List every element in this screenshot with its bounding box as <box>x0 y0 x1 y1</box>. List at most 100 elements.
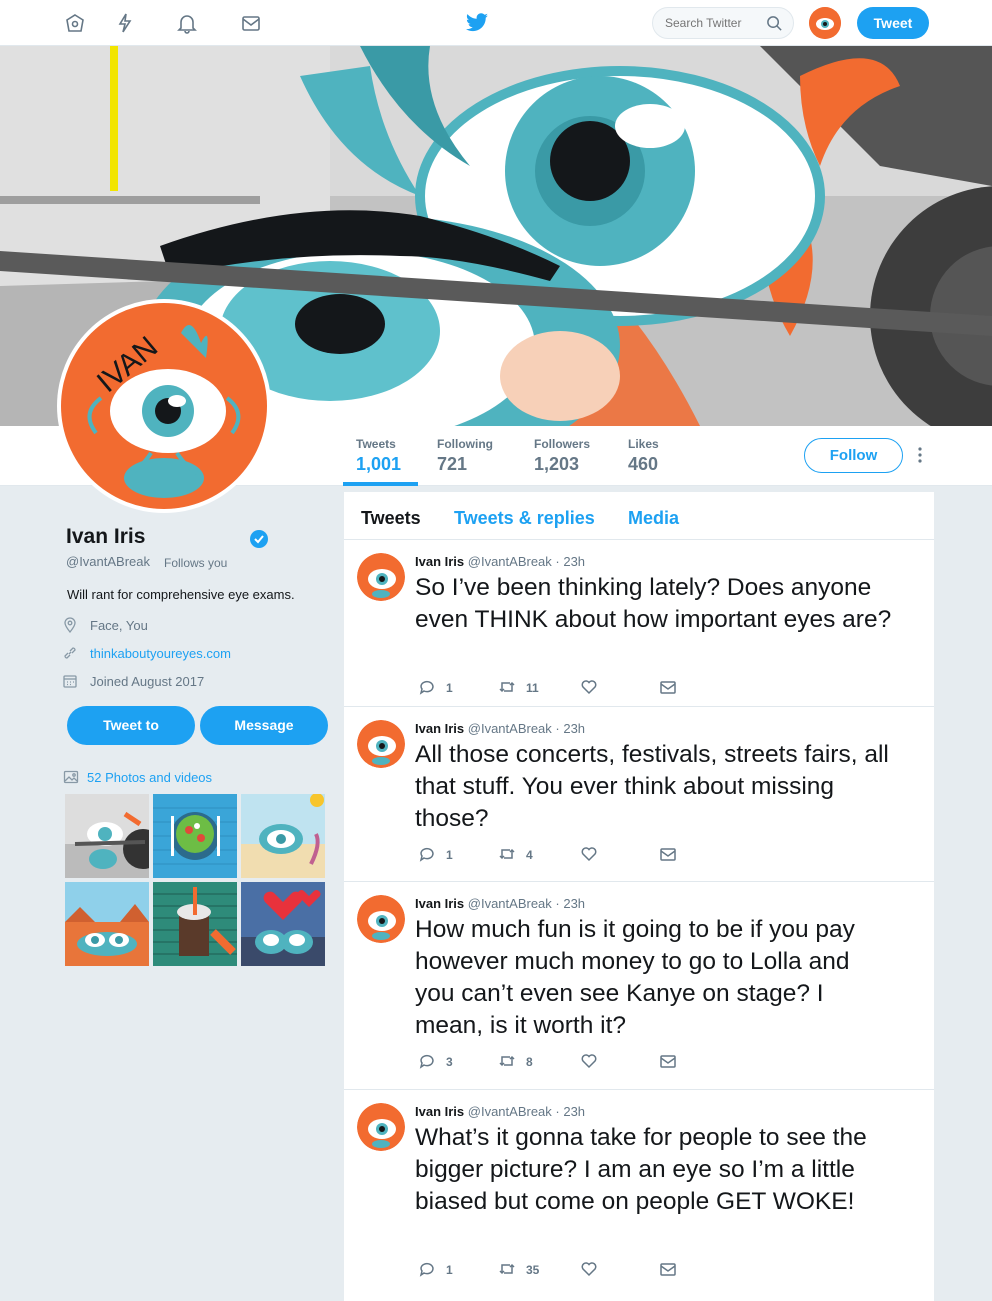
tweet-text: How much fun is it going to be if you pa… <box>415 916 855 1039</box>
tab-media[interactable]: Media <box>628 508 679 529</box>
tweet-header: Ivan Iris @IvantABreak · 23h <box>415 1104 585 1119</box>
tweet-actions: 1 35 <box>418 1260 718 1280</box>
reply-count: 1 <box>446 681 453 695</box>
media-thumbnail[interactable] <box>65 794 149 878</box>
envelope-icon <box>660 848 676 861</box>
envelope-icon <box>660 681 676 694</box>
reply-icon <box>419 847 434 862</box>
stat-value: 1,203 <box>534 454 580 474</box>
media-thumbnail[interactable] <box>65 882 149 966</box>
tweet-item[interactable]: Ivan Iris @IvantABreak · 23h How much fu… <box>344 882 934 1090</box>
tweet-avatar[interactable] <box>357 895 405 943</box>
tweet-author-handle[interactable]: @IvantABreak <box>468 1104 552 1119</box>
website-link[interactable]: thinkaboutyoureyes.com <box>90 646 231 661</box>
reply-icon <box>419 1054 434 1069</box>
stat-label: Followers <box>534 437 591 451</box>
stat-following[interactable]: Following 721 <box>437 437 493 475</box>
location-text: Face, You <box>90 618 148 633</box>
retweet-icon <box>499 681 515 693</box>
home-icon[interactable] <box>64 12 86 34</box>
top-navigation-bar: Tweet <box>0 0 992 46</box>
heart-icon <box>581 1262 597 1277</box>
tweet-text: So I’ve been thinking lately? Does anyon… <box>415 574 892 633</box>
tweet-header: Ivan Iris @IvantABreak · 23h <box>415 896 585 911</box>
stat-value: 721 <box>437 454 468 474</box>
tab-tweets-and-replies[interactable]: Tweets & replies <box>454 508 595 529</box>
tweet-author-handle[interactable]: @IvantABreak <box>468 554 552 569</box>
tweet-author-handle[interactable]: @IvantABreak <box>468 896 552 911</box>
tweet-timestamp[interactable]: · 23h <box>555 721 585 736</box>
link-icon <box>64 647 76 659</box>
tweet-timestamp[interactable]: · 23h <box>555 554 585 569</box>
media-thumbnail[interactable] <box>153 882 237 966</box>
stat-label: Likes <box>628 437 659 451</box>
verified-badge-icon <box>250 530 268 548</box>
stat-label: Following <box>437 437 493 451</box>
notifications-icon[interactable] <box>176 12 198 34</box>
messages-icon[interactable] <box>240 12 262 34</box>
compose-tweet-button[interactable]: Tweet <box>857 7 929 39</box>
location-pin-icon <box>64 617 76 633</box>
tweet-avatar[interactable] <box>357 553 405 601</box>
profile-name: Ivan Iris <box>66 525 146 548</box>
retweet-count: 8 <box>526 1055 533 1069</box>
moments-icon[interactable] <box>114 12 136 34</box>
tab-tweets[interactable]: Tweets <box>361 508 421 529</box>
heart-icon <box>581 680 597 695</box>
envelope-icon <box>660 1055 676 1068</box>
photos-link-text[interactable]: 52 Photos and videos <box>87 770 212 785</box>
tweet-author-name[interactable]: Ivan Iris <box>415 1104 464 1119</box>
retweet-count: 35 <box>526 1263 540 1277</box>
tweet-item[interactable]: Ivan Iris @IvantABreak · 23h So I’ve bee… <box>344 540 934 707</box>
image-icon <box>63 770 79 784</box>
tweet-to-button[interactable]: Tweet to <box>67 706 195 745</box>
tweet-text: All those concerts, festivals, streets f… <box>415 741 889 832</box>
tweet-actions: 1 11 <box>418 678 718 698</box>
tweet-avatar[interactable] <box>357 1103 405 1151</box>
tweet-author-handle[interactable]: @IvantABreak <box>468 721 552 736</box>
tweet-avatar[interactable] <box>357 720 405 768</box>
media-thumbnail[interactable] <box>241 882 325 966</box>
search-input[interactable] <box>665 16 765 30</box>
profile-bio: Will rant for comprehensive eye exams. <box>67 587 295 602</box>
tweet-header: Ivan Iris @IvantABreak · 23h <box>415 721 585 736</box>
tweet-actions: 3 8 <box>418 1052 718 1072</box>
retweet-count: 11 <box>526 681 539 695</box>
message-button[interactable]: Message <box>200 706 328 745</box>
tweet-author-name[interactable]: Ivan Iris <box>415 896 464 911</box>
stat-label: Tweets <box>356 437 396 451</box>
active-stat-indicator <box>343 482 418 486</box>
more-options-icon[interactable] <box>916 446 924 464</box>
stat-likes[interactable]: Likes 460 <box>628 437 659 475</box>
reply-icon <box>419 1262 434 1277</box>
retweet-icon <box>499 848 515 860</box>
tweet-author-name[interactable]: Ivan Iris <box>415 721 464 736</box>
tweet-item[interactable]: Ivan Iris @IvantABreak · 23h What’s it g… <box>344 1090 934 1301</box>
tweet-author-name[interactable]: Ivan Iris <box>415 554 464 569</box>
twitter-bird-icon[interactable] <box>465 12 489 34</box>
stat-value: 460 <box>628 454 659 474</box>
stat-followers[interactable]: Followers 1,203 <box>534 437 590 475</box>
reply-count: 3 <box>446 1055 453 1069</box>
tweets-panel: Tweets Tweets & replies Media Ivan Iris … <box>344 492 934 1301</box>
media-thumbnail[interactable] <box>153 794 237 878</box>
follows-you-label: Follows you <box>164 556 228 570</box>
tweet-timestamp[interactable]: · 23h <box>555 896 585 911</box>
profile-avatar[interactable]: IVAN <box>57 299 271 513</box>
profile-handle[interactable]: @IvantABreak <box>66 554 150 569</box>
search-icon[interactable] <box>766 15 783 32</box>
tweet-header: Ivan Iris @IvantABreak · 23h <box>415 554 585 569</box>
reply-count: 1 <box>446 1263 453 1277</box>
tweet-item[interactable]: Ivan Iris @IvantABreak · 23h All those c… <box>344 707 934 882</box>
tweet-timestamp[interactable]: · 23h <box>555 1104 585 1119</box>
stat-value: 1,001 <box>356 454 402 474</box>
follow-button[interactable]: Follow <box>804 438 903 473</box>
stat-tweets[interactable]: Tweets 1,001 <box>356 437 401 475</box>
media-thumbnail[interactable] <box>241 794 325 878</box>
heart-icon <box>581 847 597 862</box>
timeline-tabs: Tweets Tweets & replies Media <box>344 492 934 540</box>
joined-text: Joined August 2017 <box>90 674 205 689</box>
account-avatar[interactable] <box>809 7 841 39</box>
search-box[interactable] <box>652 7 794 39</box>
tweet-actions: 1 4 <box>418 845 718 865</box>
